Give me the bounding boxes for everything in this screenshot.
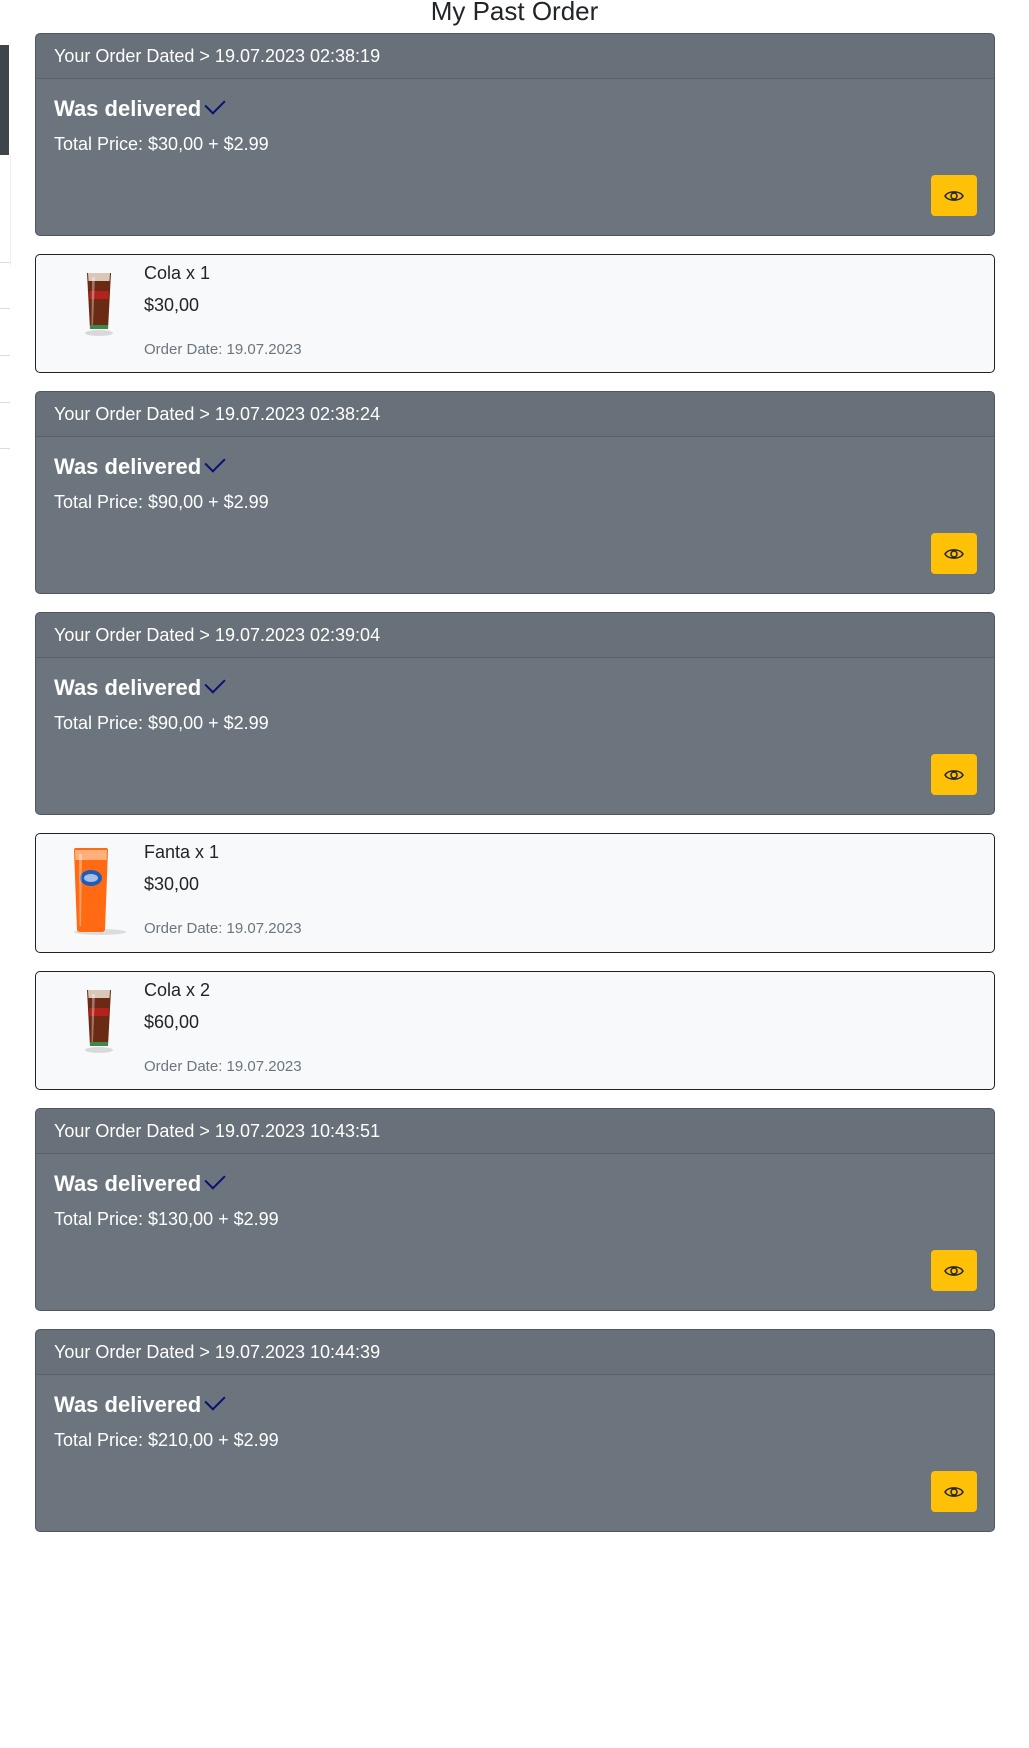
total-price: Total Price: $90,00 + $2.99 [54, 713, 269, 733]
fanta-glass-icon [74, 848, 126, 935]
side-divider [0, 308, 10, 309]
item-order-date: Order Date: 19.07.2023 [144, 920, 302, 937]
total-price: Total Price: $130,00 + $2.99 [54, 1209, 279, 1229]
cola-glass-icon [85, 990, 113, 1053]
view-order-button[interactable] [931, 1250, 977, 1291]
past-orders-list: Your Order Dated > 19.07.2023 02:38:19 W… [35, 33, 995, 1550]
eye-icon [944, 769, 964, 780]
check-icon [204, 451, 226, 473]
status-label: Was delivered [54, 675, 202, 700]
order-item-card: Cola x 1 $30,00 Order Date: 19.07.2023 [35, 254, 995, 373]
order-date-header: Your Order Dated > 19.07.2023 10:43:51 [36, 1109, 994, 1154]
item-name: Cola x 1 [144, 263, 211, 283]
page-title: My Past Order [430, 0, 599, 26]
status-label: Was delivered [54, 1392, 202, 1417]
order-date-header: Your Order Dated > 19.07.2023 02:38:24 [36, 392, 994, 437]
order-card: Your Order Dated > 19.07.2023 02:38:19 W… [35, 33, 995, 236]
order-card: Your Order Dated > 19.07.2023 02:38:24 W… [35, 391, 995, 594]
order-status: Was delivered [54, 1168, 226, 1197]
item-order-date: Order Date: 19.07.2023 [144, 1058, 302, 1075]
order-date-header: Your Order Dated > 19.07.2023 10:44:39 [36, 1330, 994, 1375]
eye-icon [944, 1486, 964, 1497]
check-icon [204, 1168, 226, 1190]
view-order-button[interactable] [931, 175, 977, 216]
order-card: Your Order Dated > 19.07.2023 10:43:51 W… [35, 1108, 995, 1311]
item-price: $30,00 [144, 295, 200, 315]
side-divider [0, 448, 10, 449]
background-image-edge [0, 45, 9, 155]
order-card: Your Order Dated > 19.07.2023 02:39:04 W… [35, 612, 995, 815]
order-status: Was delivered [54, 1389, 226, 1418]
item-price: $60,00 [144, 1012, 200, 1032]
cola-glass-icon [85, 273, 113, 336]
order-date-header: Your Order Dated > 19.07.2023 02:38:19 [36, 34, 994, 79]
side-panel-edge [0, 155, 11, 265]
side-divider [0, 402, 10, 403]
product-image [66, 846, 128, 938]
order-status: Was delivered [54, 672, 226, 701]
total-price: Total Price: $210,00 + $2.99 [54, 1430, 279, 1450]
eye-icon [944, 190, 964, 201]
order-status: Was delivered [54, 93, 226, 122]
order-item-card: Fanta x 1 $30,00 Order Date: 19.07.2023 [35, 833, 995, 953]
item-order-date: Order Date: 19.07.2023 [144, 341, 302, 358]
status-label: Was delivered [54, 1171, 202, 1196]
order-item-card: Cola x 2 $60,00 Order Date: 19.07.2023 [35, 971, 995, 1090]
eye-icon [944, 548, 964, 559]
total-price: Total Price: $30,00 + $2.99 [54, 134, 269, 154]
view-order-button[interactable] [931, 1471, 977, 1512]
item-name: Fanta x 1 [144, 842, 220, 862]
check-icon [204, 1389, 226, 1411]
side-divider [0, 355, 10, 356]
side-divider [0, 262, 10, 263]
check-icon [204, 93, 226, 115]
item-price: $30,00 [144, 874, 200, 894]
item-name: Cola x 2 [144, 980, 211, 1000]
product-image [74, 986, 124, 1056]
product-image [74, 269, 124, 339]
order-status: Was delivered [54, 451, 226, 480]
view-order-button[interactable] [931, 754, 977, 795]
view-order-button[interactable] [931, 533, 977, 574]
order-card: Your Order Dated > 19.07.2023 10:44:39 W… [35, 1329, 995, 1532]
check-icon [204, 672, 226, 694]
order-date-header: Your Order Dated > 19.07.2023 02:39:04 [36, 613, 994, 658]
total-price: Total Price: $90,00 + $2.99 [54, 492, 269, 512]
eye-icon [944, 1265, 964, 1276]
status-label: Was delivered [54, 96, 202, 121]
status-label: Was delivered [54, 454, 202, 479]
